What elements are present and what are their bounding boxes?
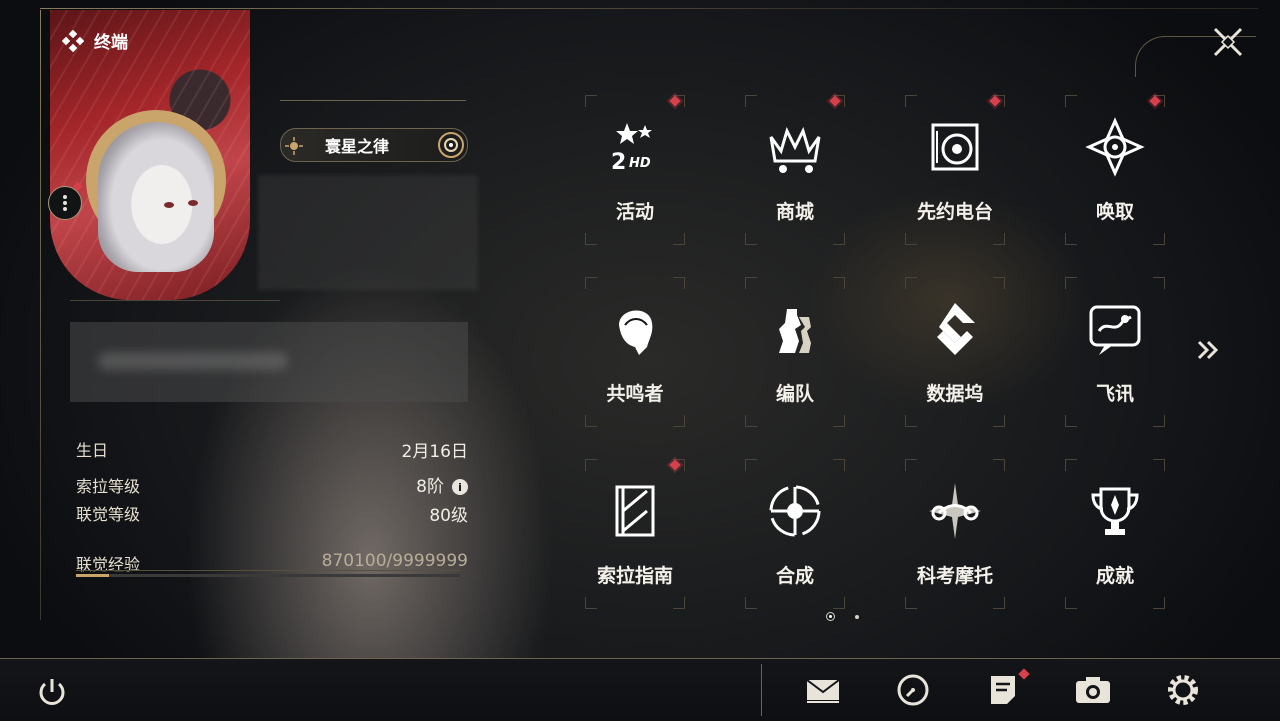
ring-emblem-icon: [438, 132, 464, 158]
event-icon: 2 HD: [605, 117, 665, 177]
top-frame-line: [40, 8, 1258, 9]
menu-tile-trophy[interactable]: 成就: [1065, 459, 1165, 609]
more-vertical-icon: [63, 195, 67, 211]
menu-tile-label: 科考摩托: [916, 565, 993, 587]
sola-level-value: 8阶: [416, 477, 444, 497]
menu-tile-guidebook[interactable]: 索拉指南: [585, 456, 685, 609]
team-icon: [765, 299, 825, 359]
resonator-icon: [605, 299, 665, 359]
menu-tile-motorcycle[interactable]: 科考摩托: [905, 459, 1005, 609]
menu-tile-label: 飞讯: [1095, 383, 1134, 405]
title-badge[interactable]: 寰星之律: [280, 128, 468, 162]
close-icon: [1213, 27, 1243, 57]
radio-icon: [925, 117, 985, 177]
data-bank-icon: [925, 299, 985, 359]
menu-tile-event[interactable]: 2 HD 活动: [585, 92, 685, 245]
menu-tile-label: 唤取: [1095, 201, 1134, 223]
sola-level-row: 8阶 i: [330, 472, 468, 497]
diamond-cluster-icon: [62, 29, 84, 52]
menu-tile-label: 索拉指南: [596, 565, 673, 587]
menu-tile-radio[interactable]: 先约电台: [905, 92, 1005, 245]
page-indicator: [826, 612, 859, 621]
blurred-signature-area: [258, 175, 478, 290]
menu-tile-label: 商城: [775, 201, 814, 223]
avatar: [98, 122, 214, 272]
next-page-button[interactable]: [1192, 334, 1224, 366]
message-icon: [1085, 299, 1145, 359]
menu-tile-shop[interactable]: 商城: [745, 92, 845, 245]
terminal-title: 终端: [62, 28, 128, 53]
union-exp-label: 联觉经验: [76, 555, 141, 574]
menu-tile-data-bank[interactable]: 数据坞: [905, 277, 1005, 427]
power-icon: [39, 679, 65, 705]
birthday-value: 2月16日: [401, 442, 468, 462]
camera-button[interactable]: [1073, 670, 1113, 710]
settings-button[interactable]: [1163, 670, 1203, 710]
mail-button[interactable]: [803, 670, 843, 710]
convene-icon: [1085, 117, 1145, 177]
camera-icon: [1076, 677, 1110, 703]
guidebook-icon: [605, 481, 665, 541]
exp-underline: [76, 570, 460, 571]
mail-icon: [806, 679, 840, 703]
union-level-label: 联觉等级: [76, 505, 141, 524]
motorcycle-icon: [925, 481, 985, 541]
terminal-label: 终端: [94, 33, 128, 53]
info-icon[interactable]: i: [452, 479, 468, 495]
notice-icon: [991, 676, 1015, 704]
settings-icon: [1168, 675, 1198, 705]
menu-tile-label: 编队: [775, 383, 814, 405]
blurred-name-area: [70, 322, 468, 402]
menu-tile-label: 活动: [615, 201, 654, 223]
menu-tile-synthesis[interactable]: 合成: [745, 459, 845, 609]
menu-tile-label: 数据坞: [926, 383, 984, 405]
power-button[interactable]: [34, 674, 70, 710]
avatar-card[interactable]: [50, 10, 250, 300]
events-log-button[interactable]: [893, 670, 933, 710]
close-button[interactable]: [1208, 22, 1248, 62]
menu-tile-label: 先约电台: [916, 201, 993, 223]
menu-tile-convene[interactable]: 唤取: [1065, 92, 1165, 245]
synthesis-icon: [765, 481, 825, 541]
union-level-value: 80级: [429, 506, 468, 526]
birthday-label: 生日: [76, 441, 109, 460]
union-exp-bar-fill: [76, 574, 110, 577]
title-badge-label: 寰星之律: [325, 137, 390, 156]
sun-emblem-icon: [285, 137, 303, 155]
left-frame-rail: [40, 10, 41, 620]
union-exp-value: 870100/9999999: [321, 551, 468, 571]
menu-tile-team[interactable]: 编队: [745, 277, 845, 427]
menu-tile-resonator[interactable]: 共鸣者: [585, 277, 685, 427]
title-divider: [280, 100, 466, 101]
shop-icon: [765, 117, 825, 177]
sola-level-label: 索拉等级: [76, 477, 141, 496]
double-chevron-right-icon: [1197, 340, 1219, 360]
bottom-bar-divider: [761, 664, 762, 716]
notice-button[interactable]: [983, 670, 1023, 710]
svg-text:2: 2: [611, 150, 626, 175]
menu-tile-label: 成就: [1095, 565, 1134, 587]
menu-tile-label: 共鸣者: [606, 383, 664, 405]
page-dot[interactable]: [855, 614, 859, 619]
union-exp-bar: [76, 574, 460, 577]
clock-icon: [897, 674, 929, 706]
menu-tile-message[interactable]: 飞讯: [1065, 277, 1165, 427]
menu-tile-label: 合成: [775, 565, 814, 587]
trophy-icon: [1085, 481, 1145, 541]
section-divider: [70, 300, 280, 301]
page-dot-active[interactable]: [826, 612, 835, 621]
svg-text:HD: HD: [629, 156, 651, 171]
